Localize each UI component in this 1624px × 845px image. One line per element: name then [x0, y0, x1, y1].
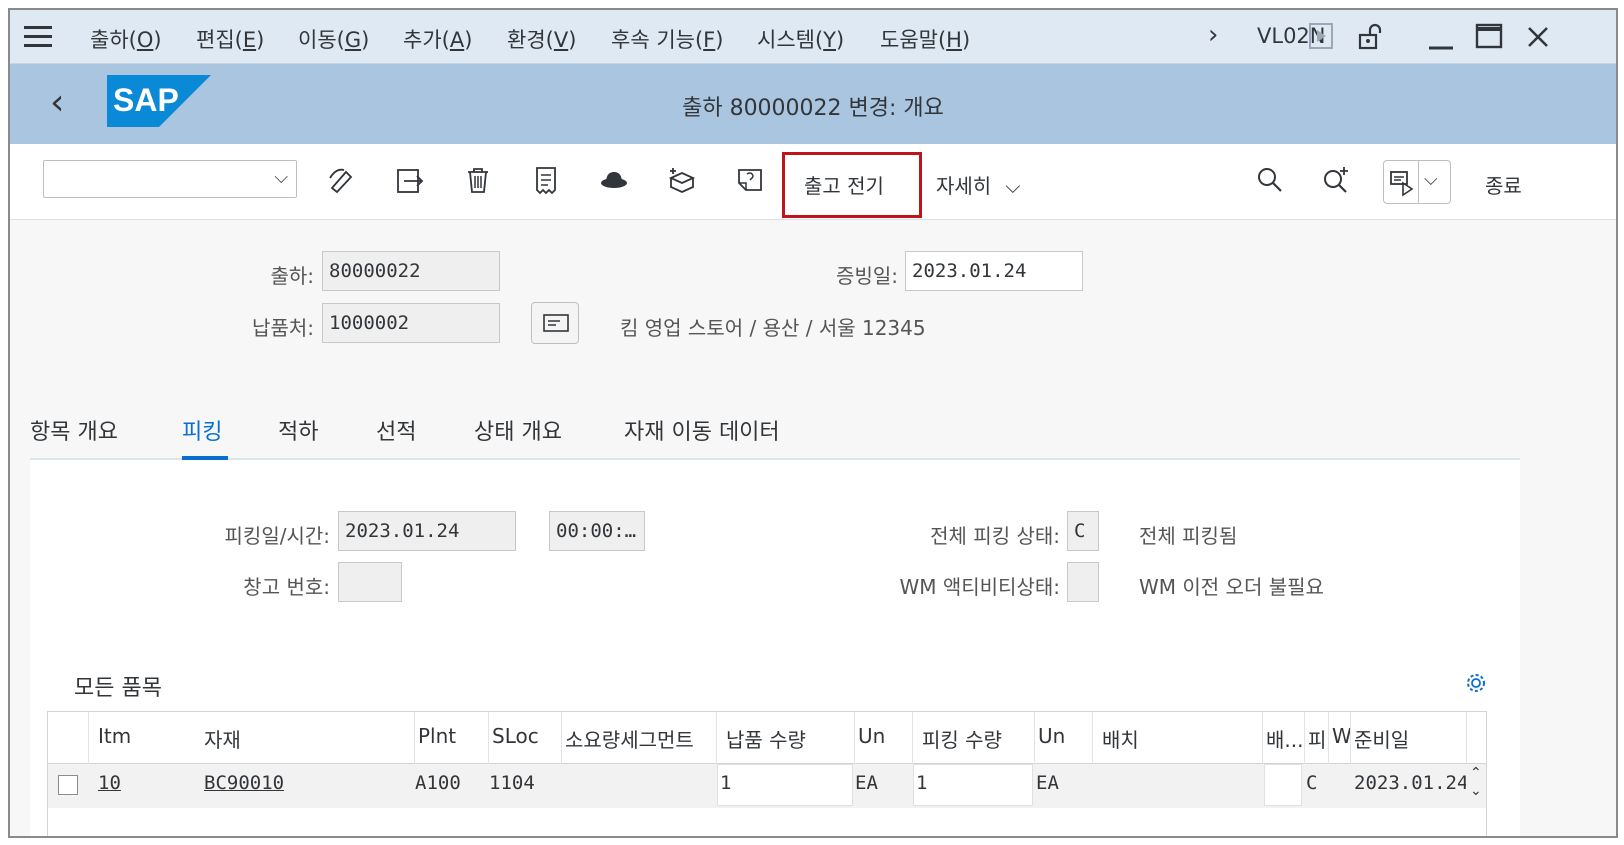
picking-date-label: 피킹일/시간: [224, 524, 330, 548]
more-button[interactable]: 자세히 ⌵ [936, 170, 1020, 199]
sap-window: 출하(O) 편집(E) 이동(G) 추가(A) 환경(V) 후속 기능(F) 시… [8, 8, 1618, 838]
close-icon[interactable] [1524, 22, 1552, 52]
col-batch-split[interactable]: 배... [1266, 712, 1304, 764]
toolbar: ⌵ 출고 전기 자세히 ⌵ ⌵ 종료 [10, 144, 1616, 220]
search-icon[interactable] [1254, 164, 1286, 196]
items-table: Itm 자재 Plnt SLoc 소요량세그먼트 납품 수량 Un 피킹 수량 … [47, 711, 1487, 836]
col-plant[interactable]: Plnt [418, 712, 486, 764]
col-wm-status[interactable]: W [1332, 712, 1350, 764]
chevron-down-icon: ⌵ [1005, 174, 1021, 198]
unlock-icon[interactable] [1356, 22, 1386, 52]
row-select-checkbox[interactable] [58, 775, 78, 795]
chevron-down-icon[interactable]: ⌵ [1424, 169, 1438, 190]
batch-split-input[interactable] [1264, 764, 1302, 806]
menu-help[interactable]: 도움말(H) [880, 24, 970, 54]
unit-cell: EA [855, 772, 878, 794]
exit-button[interactable]: 종료 [1485, 170, 1522, 199]
message-icon [1390, 171, 1414, 197]
col-delivery-quantity[interactable]: 납품 수량 [726, 712, 852, 764]
address-card-icon [543, 314, 569, 332]
col-availability-date[interactable]: 준비일 [1354, 712, 1464, 764]
play-icon[interactable] [1308, 22, 1334, 50]
col-picking-status[interactable]: 피 [1308, 712, 1328, 764]
tab-goods-movement-data[interactable]: 자재 이동 데이터 [624, 414, 780, 446]
maximize-icon[interactable] [1474, 22, 1504, 52]
col-picking-quantity[interactable]: 피킹 수량 [922, 712, 1032, 764]
unit-cell-2: EA [1036, 772, 1059, 794]
trash-icon[interactable] [462, 164, 494, 196]
search-next-icon[interactable] [1320, 164, 1352, 196]
col-unit-2[interactable]: Un [1038, 712, 1090, 764]
chevron-down-icon: ⌵ [274, 167, 288, 188]
output-document-icon[interactable] [734, 164, 766, 196]
col-requirement-segment[interactable]: 소요량세그먼트 [565, 712, 715, 764]
delivery-label: 출하: [270, 264, 314, 288]
delivery-field[interactable]: 80000022 [322, 251, 500, 291]
tab-item-overview[interactable]: 항목 개요 [30, 414, 118, 446]
picking-time-field[interactable]: 00:00:… [549, 511, 645, 551]
title-bar: ‹ SAP 출하 80000022 변경: 개요 [10, 64, 1616, 144]
address-card-button[interactable] [531, 302, 579, 344]
picking-status-cell: C [1306, 772, 1318, 794]
availability-date-cell: 2023.01.24 [1354, 772, 1466, 794]
gear-icon[interactable] [1465, 672, 1487, 694]
wm-activity-status-label: WM 액티비티상태: [899, 575, 1060, 599]
command-select[interactable]: ⌵ [43, 160, 297, 198]
item-number-link[interactable]: 10 [98, 772, 121, 794]
chevron-right-icon[interactable]: › [1208, 20, 1218, 50]
display-change-icon[interactable] [326, 164, 358, 196]
tab-shipment[interactable]: 선적 [376, 414, 416, 446]
menu-subsequent-functions[interactable]: 후속 기능(F) [611, 24, 723, 54]
menu-extras[interactable]: 추가(A) [403, 24, 472, 54]
delivery-quantity-input[interactable] [717, 764, 853, 806]
col-unit[interactable]: Un [858, 712, 910, 764]
menu-delivery[interactable]: 출하(O) [90, 24, 162, 54]
overall-picking-status-field[interactable]: C [1067, 511, 1099, 551]
menu-settings[interactable]: 환경(V) [507, 24, 576, 54]
minimize-icon[interactable] [1426, 24, 1456, 54]
page-title: 출하 80000022 변경: 개요 [682, 96, 944, 121]
menu-goto[interactable]: 이동(G) [298, 24, 369, 54]
post-goods-issue-button[interactable]: 출고 전기 [804, 170, 884, 199]
pack-box-icon[interactable] [666, 164, 698, 196]
other-delivery-icon[interactable] [394, 164, 426, 196]
col-item[interactable]: Itm [98, 712, 188, 764]
warehouse-number-field[interactable] [338, 562, 402, 602]
warehouse-number-label: 창고 번호: [243, 575, 330, 599]
tab-status-overview[interactable]: 상태 개요 [474, 414, 562, 446]
tab-picking[interactable]: 피킹 [182, 414, 222, 446]
tab-loading[interactable]: 적하 [278, 414, 318, 446]
menu-system[interactable]: 시스템(Y) [757, 24, 844, 54]
overall-picking-status-text: 전체 피킹됨 [1139, 524, 1238, 548]
delivery-quantity-value: 1 [720, 772, 732, 794]
storage-location-cell: 1104 [489, 772, 535, 794]
ship-to-label: 납품처: [252, 316, 314, 340]
wm-activity-status-field[interactable] [1067, 562, 1099, 602]
document-flow-icon[interactable] [530, 164, 562, 196]
message-split-button[interactable]: ⌵ [1383, 160, 1451, 204]
picking-quantity-input[interactable] [913, 764, 1033, 806]
col-material[interactable]: 자재 [204, 712, 404, 764]
picking-date-field[interactable]: 2023.01.24 [338, 511, 516, 551]
plant-cell: A100 [415, 772, 461, 794]
wm-activity-status-text: WM 이전 오더 불필요 [1139, 575, 1324, 599]
material-link[interactable]: BC90010 [204, 772, 284, 794]
col-storage-location[interactable]: SLoc [492, 712, 560, 764]
document-date-label: 증빙일: [836, 264, 898, 288]
ship-to-description: 킴 영업 스토어 / 용산 / 서울 12345 [620, 316, 926, 340]
menu-bar: 출하(O) 편집(E) 이동(G) 추가(A) 환경(V) 후속 기능(F) 시… [10, 10, 1616, 64]
picking-quantity-value: 1 [916, 772, 928, 794]
ship-to-field[interactable]: 1000002 [322, 303, 500, 343]
scroll-arrows-icon[interactable]: ⌃ ⌄ [1470, 764, 1482, 800]
items-section-title: 모든 품목 [74, 676, 162, 701]
menu-edit[interactable]: 편집(E) [196, 24, 264, 54]
document-date-field[interactable]: 2023.01.24 [905, 251, 1083, 291]
col-batch[interactable]: 배치 [1102, 712, 1252, 764]
overall-picking-status-label: 전체 피킹 상태: [930, 524, 1060, 548]
hat-icon[interactable] [598, 164, 630, 196]
hamburger-menu-icon[interactable] [24, 26, 52, 48]
